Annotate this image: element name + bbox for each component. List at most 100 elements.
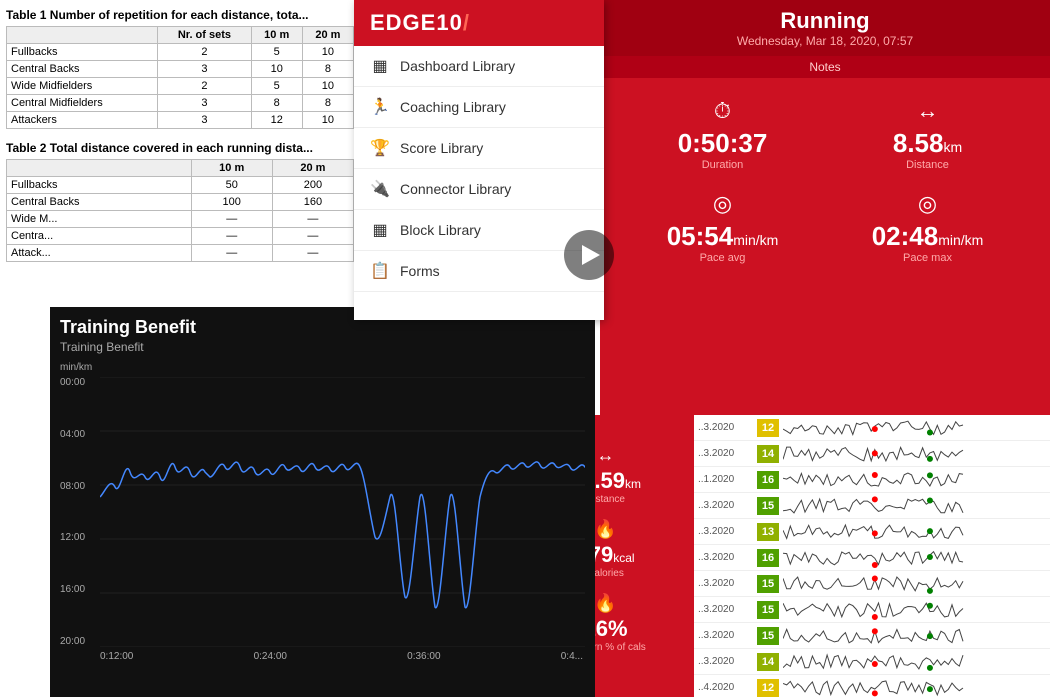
score-box: 16	[757, 471, 779, 489]
table-row: Central Midfielders388	[7, 95, 354, 112]
training-title: Training Benefit	[60, 317, 585, 338]
stat-unit: km	[943, 139, 962, 155]
row-value: 160	[272, 194, 353, 211]
sidebar-menu: EDGE10/ ▦ Dashboard Library🏃 Coaching Li…	[354, 0, 604, 320]
tqr-date-row: ..3.2020 13	[694, 519, 1050, 545]
running-stat: ◎ 02:48min/km Pace max	[825, 181, 1030, 274]
table1-col-name	[7, 27, 158, 44]
table2-col-name	[7, 160, 192, 177]
table2: 10 m 20 m Fullbacks50200Central Backs100…	[6, 159, 354, 262]
sidebar-item-dashboard[interactable]: ▦ Dashboard Library	[354, 46, 604, 87]
date-label: ..3.2020	[698, 630, 753, 641]
stat-unit: min/km	[938, 232, 983, 248]
table1-col-10m: 10 m	[251, 27, 302, 44]
sidebar-item-label: Block Library	[400, 222, 481, 238]
row-value: 2	[158, 78, 251, 95]
tqr-date-row: ..3.2020 16	[694, 545, 1050, 571]
x-tick-label: 0:36:00	[407, 651, 440, 662]
tqr-date-row: ..3.2020 15	[694, 623, 1050, 649]
row-value: —	[272, 211, 353, 228]
sidebar-item-coaching[interactable]: 🏃 Coaching Library	[354, 87, 604, 128]
score-box: 16	[757, 549, 779, 567]
stat-label: Pace max	[825, 252, 1030, 264]
coaching-icon: 🏃	[370, 97, 390, 117]
stat-unit: min/km	[733, 232, 778, 248]
row-value: —	[191, 228, 272, 245]
chart-svg	[100, 377, 585, 647]
row-name: Fullbacks	[7, 44, 158, 61]
sidebar-item-label: Coaching Library	[400, 99, 506, 115]
sidebar-item-label: Forms	[400, 263, 440, 279]
tqr-date-row: ..3.2020 14	[694, 649, 1050, 675]
stat-icon: ◎	[620, 191, 825, 217]
sparkline	[783, 600, 1046, 620]
row-value: 10	[302, 112, 353, 129]
sparkline	[783, 652, 1046, 672]
y-tick-label: 08:00	[60, 481, 96, 492]
running-stat: ◎ 05:54min/km Pace avg	[620, 181, 825, 274]
stat-icon: ◎	[825, 191, 1030, 217]
training-subtitle: Training Benefit	[60, 340, 585, 354]
score-box: 14	[757, 445, 779, 463]
row-value: —	[191, 211, 272, 228]
connector-icon: 🔌	[370, 179, 390, 199]
table-row: Centra...——	[7, 228, 354, 245]
row-value: —	[272, 245, 353, 262]
row-name: Centra...	[7, 228, 192, 245]
table1-title: Table 1 Number of repetition for each di…	[6, 8, 354, 22]
y-axis-label: min/km	[60, 362, 585, 373]
stat-label: Duration	[620, 159, 825, 171]
sidebar-item-score[interactable]: 🏆 Score Library	[354, 128, 604, 169]
date-label: ..3.2020	[698, 526, 753, 537]
table2-col-10m: 10 m	[191, 160, 272, 177]
sidebar-logo-bar: EDGE10/	[354, 0, 604, 46]
x-tick-label: 0:4...	[561, 651, 583, 662]
sparkline	[783, 418, 1046, 438]
row-value: 3	[158, 112, 251, 129]
tqr-date-row: ..1.2020 16	[694, 467, 1050, 493]
row-value: —	[272, 228, 353, 245]
row-name: Central Backs	[7, 61, 158, 78]
row-value: 200	[272, 177, 353, 194]
sidebar-item-label: Dashboard Library	[400, 58, 515, 74]
date-label: ..3.2020	[698, 422, 753, 433]
score-box: 15	[757, 627, 779, 645]
table1-col-20m: 20 m	[302, 27, 353, 44]
score-box: 15	[757, 575, 779, 593]
score-box: 12	[757, 679, 779, 697]
row-value: 10	[251, 61, 302, 78]
date-label: ..3.2020	[698, 604, 753, 615]
logo-text: EDGE10/	[370, 10, 470, 36]
row-value: 50	[191, 177, 272, 194]
training-chart: 00:0004:0008:0012:0016:0020:00	[60, 377, 585, 647]
score-icon: 🏆	[370, 138, 390, 158]
sidebar-item-connector[interactable]: 🔌 Connector Library	[354, 169, 604, 210]
video-play-button[interactable]	[564, 230, 614, 280]
table1: Nr. of sets 10 m 20 m Fullbacks2510Centr…	[6, 26, 354, 129]
score-box: 15	[757, 497, 779, 515]
tqr-dates-panel: ..3.2020 12 ..3.2020 14 ..1.2020 16	[694, 415, 1050, 697]
tqr-date-row: ..3.2020 14	[694, 441, 1050, 467]
sparkline	[783, 444, 1046, 464]
running-card: Running Wednesday, Mar 18, 2020, 07:57 N…	[600, 0, 1050, 415]
row-value: 10	[302, 78, 353, 95]
row-name: Central Backs	[7, 194, 192, 211]
running-stats-grid: ⏱ 0:50:37 Duration↔ 8.58km Distance◎ 05:…	[600, 78, 1050, 284]
score-box: 15	[757, 601, 779, 619]
date-label: ..1.2020	[698, 474, 753, 485]
row-name: Wide M...	[7, 211, 192, 228]
stat-unit: km	[625, 477, 641, 491]
row-value: 12	[251, 112, 302, 129]
row-value: 2	[158, 44, 251, 61]
running-title: Running	[616, 8, 1034, 34]
date-label: ..3.2020	[698, 578, 753, 589]
y-tick-label: 04:00	[60, 429, 96, 440]
table-row: Wide M...——	[7, 211, 354, 228]
row-name: Fullbacks	[7, 177, 192, 194]
sparkline	[783, 574, 1046, 594]
sparkline	[783, 470, 1046, 490]
stat-label: Pace avg	[620, 252, 825, 264]
y-tick-label: 00:00	[60, 377, 96, 388]
row-value: 8	[302, 61, 353, 78]
stat-icon: ⏱	[620, 98, 825, 124]
